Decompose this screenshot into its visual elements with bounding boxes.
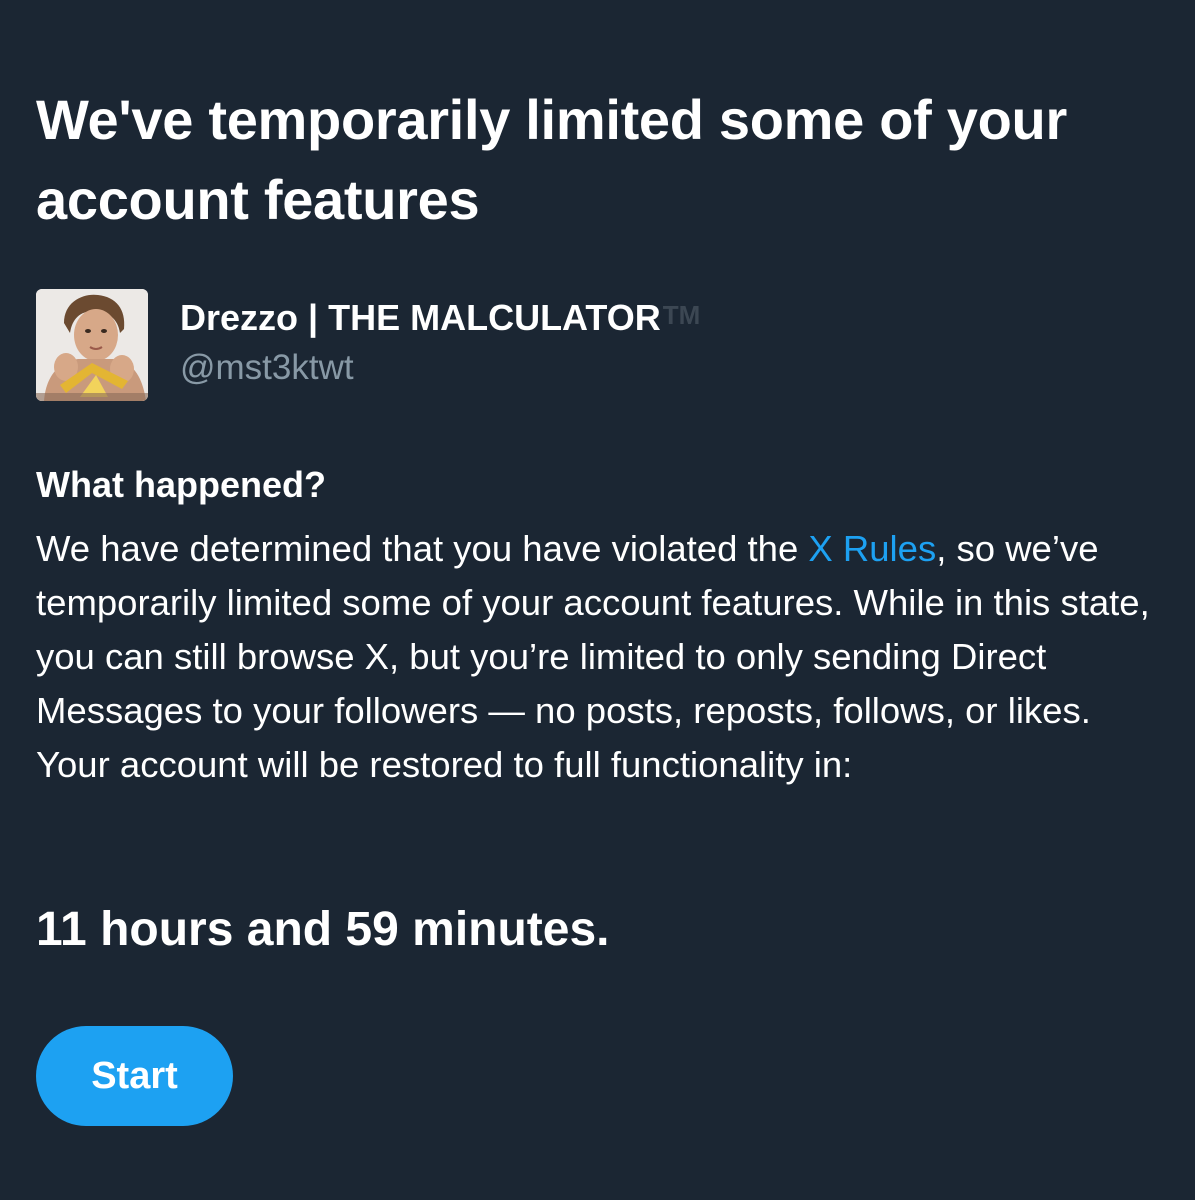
- x-rules-link[interactable]: X Rules: [808, 528, 936, 569]
- page-title: We've temporarily limited some of your a…: [36, 88, 1067, 231]
- profile-photo-icon: [36, 289, 148, 401]
- trademark-symbol: TM: [662, 300, 701, 330]
- account-text: Drezzo | THE MALCULATORTM @mst3ktwt: [180, 291, 700, 392]
- start-button[interactable]: Start: [36, 1026, 233, 1126]
- notice-body: We have determined that you have violate…: [36, 522, 1156, 792]
- restriction-countdown: 11 hours and 59 minutes.: [36, 903, 610, 956]
- avatar: [36, 289, 148, 401]
- account-handle: @mst3ktwt: [180, 348, 354, 387]
- notice-body-intro: We have determined that you have violate…: [36, 528, 809, 569]
- what-happened-heading: What happened?: [36, 464, 326, 505]
- account-card: Drezzo | THE MALCULATORTM @mst3ktwt: [36, 289, 700, 402]
- limited-account-page: We've temporarily limited some of your a…: [0, 0, 1195, 1200]
- display-name-text: Drezzo | THE MALCULATOR: [180, 297, 661, 338]
- display-name: Drezzo | THE MALCULATORTM: [180, 291, 700, 342]
